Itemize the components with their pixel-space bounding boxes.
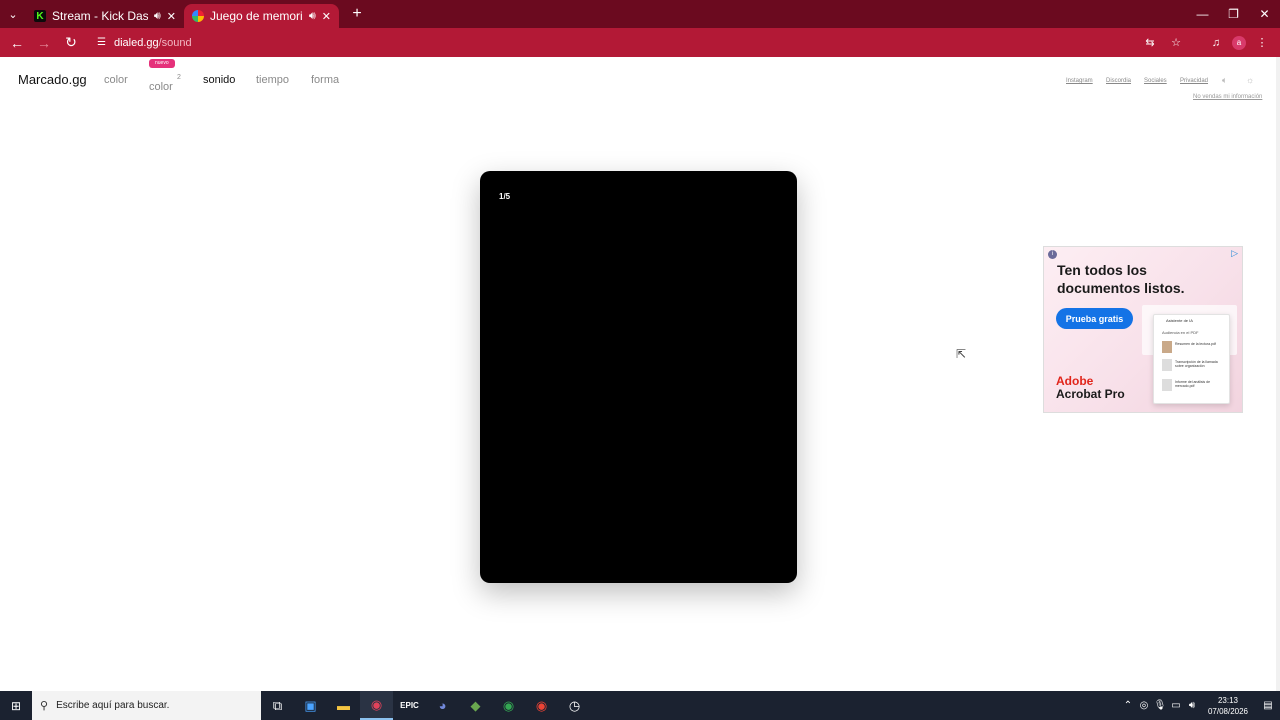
page-content: Marcado.gg color nuevo color 2 sonido ti… bbox=[0, 57, 1276, 691]
tray-chevron-icon[interactable]: ⌃ bbox=[1120, 700, 1136, 711]
media-control-icon[interactable]: ♫ bbox=[1206, 33, 1226, 53]
file-explorer-icon[interactable]: ▬ bbox=[327, 691, 360, 720]
tab-search-chevron-icon[interactable]: ⌄ bbox=[0, 0, 26, 28]
maximize-button[interactable]: ❐ bbox=[1218, 0, 1249, 28]
page-scrollbar[interactable] bbox=[1276, 57, 1280, 691]
new-tab-button[interactable]: + bbox=[347, 5, 367, 23]
chrome-profile-icon[interactable]: ◉ bbox=[525, 691, 558, 720]
sound-game-card[interactable]: 1/5 bbox=[480, 171, 797, 583]
document-thumbnail bbox=[1162, 341, 1172, 353]
tab-title: Juego de memoria auditiva bbox=[210, 9, 303, 23]
document-thumbnail bbox=[1162, 379, 1172, 391]
tab-title: Stream - Kick Dashboard bbox=[52, 9, 148, 23]
store-icon[interactable]: ▣ bbox=[294, 691, 327, 720]
ad-panel-row: Transcripción de la llamada sobre organi… bbox=[1162, 359, 1224, 371]
task-view-icon[interactable]: ⧉ bbox=[261, 691, 294, 720]
window-controls: — ❐ ✕ bbox=[1187, 0, 1280, 28]
site-info-icon[interactable]: ☰ bbox=[97, 37, 106, 48]
ad-panel-subtitle: Audiencia en el PDF bbox=[1162, 330, 1199, 335]
toolbar-actions: ⇆ ☆ bbox=[1140, 33, 1186, 53]
chrome-app-icon[interactable]: ◉ bbox=[360, 691, 393, 720]
advertisement[interactable]: i ▷ Ten todos los documentos listos. Pru… bbox=[1043, 246, 1243, 413]
epic-games-icon[interactable]: EPIC bbox=[393, 691, 426, 720]
document-thumbnail bbox=[1162, 359, 1172, 371]
nav-tiempo[interactable]: tiempo bbox=[256, 74, 289, 86]
ad-panel-row-text: Informe del análisis de mercado.pdf bbox=[1175, 380, 1211, 388]
minecraft-icon[interactable]: ◆ bbox=[459, 691, 492, 720]
discord-icon[interactable]: ◕ bbox=[426, 691, 459, 720]
more-menu-icon[interactable]: ⋮ bbox=[1252, 33, 1272, 53]
tab-kick-dashboard[interactable]: K Stream - Kick Dashboard 🔊︎ ✕ bbox=[26, 4, 184, 28]
browser-menu-area: ♫ a ⋮ bbox=[1206, 33, 1272, 53]
tab-memory-game[interactable]: Juego de memoria auditiva 🔊︎ ✕ bbox=[184, 4, 339, 28]
windows-start-icon[interactable]: ⊞ bbox=[0, 691, 32, 720]
url-path: /sound bbox=[158, 36, 192, 49]
notifications-icon[interactable]: ▤ bbox=[1256, 700, 1280, 711]
tab-audio-icon[interactable]: 🔊︎ bbox=[309, 10, 316, 23]
nav-forma[interactable]: forma bbox=[311, 74, 339, 86]
site-logo[interactable]: Marcado.gg bbox=[18, 72, 87, 87]
ad-brand-logo: Adobe Acrobat Pro bbox=[1056, 375, 1125, 401]
ad-brand-line2: Acrobat Pro bbox=[1056, 387, 1125, 401]
ad-assistant-panel: Asistente de IA Audiencia en el PDF Resu… bbox=[1153, 314, 1230, 404]
nav-sonido[interactable]: sonido bbox=[203, 74, 235, 86]
nav-color[interactable]: color bbox=[104, 74, 128, 86]
system-tray: ⌃ ◎ 🎙︎ ▭ 🔊︎ 23:13 07/08/2026 ▤ bbox=[1120, 691, 1280, 720]
bookmark-star-icon[interactable]: ☆ bbox=[1166, 33, 1186, 53]
clock-time: 23:13 bbox=[1217, 695, 1239, 705]
ad-cta-button[interactable]: Prueba gratis bbox=[1056, 308, 1133, 329]
nav-color-2[interactable]: color bbox=[149, 81, 173, 93]
taskbar-search-box[interactable]: ⚲ Escribe aquí para buscar. bbox=[32, 691, 261, 720]
reload-button[interactable]: ↻ bbox=[59, 31, 83, 55]
ad-panel-title: Asistente de IA bbox=[1166, 318, 1193, 323]
round-counter: 1/5 bbox=[499, 192, 511, 201]
speaker-icon[interactable]: 🔊︎ bbox=[1184, 700, 1200, 711]
network-icon[interactable]: ▭ bbox=[1168, 700, 1184, 711]
browser-tab-strip: ⌄ K Stream - Kick Dashboard 🔊︎ ✕ Juego d… bbox=[0, 0, 1280, 28]
address-bar[interactable]: ☰ dialed.gg/sound ⇆ ☆ bbox=[89, 32, 1194, 54]
ad-privacy-icon[interactable]: i bbox=[1048, 250, 1057, 259]
link-privacy[interactable]: Privacidad bbox=[1180, 78, 1208, 84]
back-button[interactable]: ← bbox=[5, 31, 29, 55]
theme-toggle-icon[interactable]: ☼ bbox=[1246, 75, 1254, 85]
microphone-icon[interactable]: 🎙︎ bbox=[1152, 700, 1168, 711]
clock-date: 07/08/2026 bbox=[1207, 706, 1249, 716]
mouse-cursor-icon: ⇱ bbox=[956, 347, 967, 361]
tab-close-icon[interactable]: ✕ bbox=[322, 10, 331, 23]
url-host: dialed.gg bbox=[113, 36, 159, 49]
link-discord[interactable]: Discordia bbox=[1106, 78, 1131, 84]
tab-audio-icon[interactable]: 🔊︎ bbox=[154, 10, 161, 23]
ad-panel-row-text: Resumen de la lectura.pdf bbox=[1175, 342, 1216, 346]
link-instagram[interactable]: Instagram bbox=[1066, 78, 1093, 84]
tray-app-icon[interactable]: ◎ bbox=[1136, 700, 1152, 711]
browser-toolbar: ← → ↻ ☰ dialed.gg/sound ⇆ ☆ ♫ a ⋮ bbox=[0, 28, 1280, 57]
ad-panel-row: Resumen de la lectura.pdf bbox=[1162, 341, 1224, 353]
volume-icon[interactable]: 🔈︎ bbox=[1222, 75, 1227, 86]
taskbar-search-placeholder: Escribe aquí para buscar. bbox=[56, 700, 170, 711]
profile-avatar[interactable]: a bbox=[1232, 35, 1246, 50]
new-badge: nuevo bbox=[149, 59, 175, 68]
close-window-button[interactable]: ✕ bbox=[1249, 0, 1280, 28]
chrome-icon[interactable]: ◉ bbox=[492, 691, 525, 720]
ad-headline: Ten todos los documentos listos. bbox=[1057, 262, 1185, 296]
search-icon: ⚲ bbox=[40, 700, 49, 712]
ad-panel-row: Informe del análisis de mercado.pdf bbox=[1162, 379, 1224, 391]
minimize-button[interactable]: — bbox=[1187, 0, 1218, 28]
ad-choices-icon[interactable]: ▷ bbox=[1231, 248, 1238, 259]
ad-panel-row-text: Transcripción de la llamada sobre organi… bbox=[1175, 360, 1218, 368]
clock-app-icon[interactable]: ◷ bbox=[558, 691, 591, 720]
kick-favicon-icon: K bbox=[34, 10, 46, 22]
site-favicon-icon bbox=[192, 10, 204, 22]
tab-close-icon[interactable]: ✕ bbox=[167, 10, 176, 23]
taskbar-clock[interactable]: 23:13 07/08/2026 bbox=[1200, 695, 1256, 717]
forward-button[interactable]: → bbox=[32, 31, 56, 55]
nav-superscript: 2 bbox=[177, 74, 181, 81]
translate-icon[interactable]: ⇆ bbox=[1140, 33, 1160, 53]
link-social[interactable]: Sociales bbox=[1144, 78, 1167, 84]
do-not-sell-link[interactable]: No vendas mi información bbox=[1193, 94, 1262, 100]
os-taskbar: ⊞ ⚲ Escribe aquí para buscar. ⧉ ▣ ▬ ◉ EP… bbox=[0, 691, 1280, 720]
